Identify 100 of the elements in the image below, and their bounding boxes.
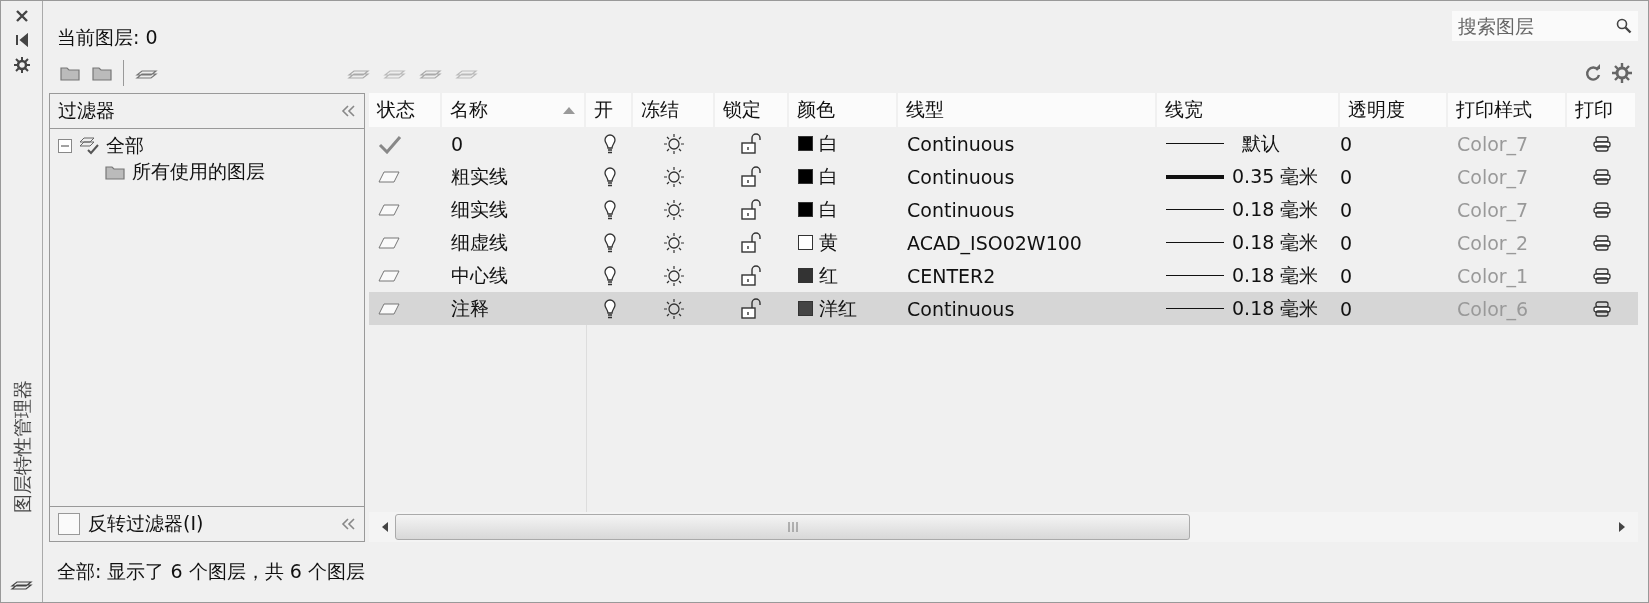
search-icon	[1616, 18, 1632, 34]
panel-title: 图层特性管理器	[11, 379, 32, 513]
color-name: 白	[819, 130, 838, 156]
plot-style-name: Color_2	[1457, 231, 1529, 254]
layer-row[interactable]: 细实线 白 Continuous 0.18 毫米 0 Color_7	[369, 193, 1638, 226]
lineweight-value: 0.18 毫米	[1232, 196, 1319, 222]
printer-icon	[1593, 300, 1611, 317]
filters-heading: 过滤器	[58, 98, 115, 123]
sun-icon	[663, 297, 685, 320]
printer-icon	[1593, 267, 1611, 284]
checkmark-icon	[378, 133, 402, 154]
lightbulb-icon	[602, 264, 617, 287]
search-field[interactable]: 搜索图层	[1452, 11, 1638, 41]
linetype-name: CENTER2	[907, 264, 996, 287]
column-header[interactable]: 名称	[442, 93, 586, 127]
color-name: 白	[819, 196, 838, 222]
lineweight-value: 默认	[1242, 130, 1280, 156]
settings-icon[interactable]	[13, 57, 30, 73]
unlock-icon	[740, 198, 764, 221]
search-input[interactable]: 搜索图层	[1456, 14, 1616, 38]
lightbulb-icon	[602, 165, 617, 188]
scroll-right-icon[interactable]	[1618, 522, 1626, 532]
linetype-name: Continuous	[907, 132, 1015, 155]
column-header[interactable]: 打印	[1567, 93, 1637, 127]
status-text: 全部: 显示了 6 个图层，共 6 个图层	[57, 559, 365, 584]
layer-icon	[378, 169, 400, 184]
column-header[interactable]: 线宽	[1157, 93, 1340, 127]
column-header[interactable]: 冻结	[633, 93, 715, 127]
plot-style-name: Color_7	[1457, 165, 1529, 188]
layer-name: 注释	[451, 295, 489, 321]
folder-icon[interactable]	[104, 163, 126, 181]
color-name: 洋红	[819, 295, 857, 321]
layer-row[interactable]: 0 白 Continuous 默认 0 Color_7	[369, 127, 1638, 160]
layer-icon	[378, 235, 400, 250]
unlock-icon	[740, 264, 764, 287]
tree-item[interactable]: 所有使用的图层	[132, 159, 265, 185]
layer-name: 细虚线	[451, 229, 508, 255]
scroll-left-icon[interactable]	[381, 522, 389, 532]
unlock-icon	[740, 297, 764, 320]
plot-style-name: Color_7	[1457, 198, 1529, 221]
linetype-name: Continuous	[907, 198, 1015, 221]
layer-icon	[378, 301, 400, 316]
column-header[interactable]: 开	[586, 93, 633, 127]
refresh-icon[interactable]	[1584, 64, 1602, 82]
layer-row[interactable]: 细虚线 黄 ACAD_ISO02W100 0.18 毫米 0 Color_2	[369, 226, 1638, 259]
layer-row[interactable]: 中心线 红 CENTER2 0.18 毫米 0 Color_1	[369, 259, 1638, 292]
sun-icon	[663, 264, 685, 287]
sort-arrow-icon	[562, 105, 576, 115]
layer-name: 细实线	[451, 196, 508, 222]
lightbulb-icon	[602, 132, 617, 155]
grip-icon	[786, 522, 799, 532]
sun-icon	[663, 231, 685, 254]
transparency-value: 0	[1340, 198, 1353, 221]
lightbulb-icon	[602, 198, 617, 221]
layer-row[interactable]: 注释 洋红 Continuous 0.18 毫米 0 Color_6	[369, 292, 1638, 325]
layer-row[interactable]: 粗实线 白 Continuous 0.35 毫米 0 Color_7	[369, 160, 1638, 193]
linetype-name: Continuous	[907, 165, 1015, 188]
lineweight-value: 0.18 毫米	[1232, 229, 1319, 255]
layer-icon	[378, 202, 400, 217]
sun-icon	[663, 165, 685, 188]
printer-icon	[1593, 234, 1611, 251]
unlock-icon	[740, 231, 764, 254]
color-name: 红	[819, 262, 838, 288]
settings-icon[interactable]	[1612, 63, 1632, 83]
printer-icon	[1593, 201, 1611, 218]
collapse-icon[interactable]	[340, 104, 356, 118]
lineweight-value: 0.18 毫米	[1232, 295, 1319, 321]
close-icon[interactable]	[14, 9, 29, 23]
unlock-icon	[740, 132, 764, 155]
layers-check-icon	[78, 136, 100, 156]
column-header[interactable]: 锁定	[715, 93, 789, 127]
plot-style-name: Color_6	[1457, 297, 1529, 320]
tree-item[interactable]: 全部	[106, 133, 144, 159]
invert-filter-checkbox[interactable]: 反转过滤器(I)	[58, 511, 204, 537]
plot-style-name: Color_1	[1457, 264, 1529, 287]
column-header[interactable]: 状态	[369, 93, 442, 127]
color-name: 黄	[819, 229, 838, 255]
lineweight-value: 0.35 毫米	[1232, 163, 1319, 189]
horizontal-scrollbar[interactable]	[369, 512, 1638, 542]
layer-name: 粗实线	[451, 163, 508, 189]
collapse-toggle-icon[interactable]	[58, 139, 72, 153]
printer-icon	[1593, 168, 1611, 185]
layer-name: 中心线	[451, 262, 508, 288]
layer-icon	[378, 268, 400, 283]
lightbulb-icon	[602, 297, 617, 320]
sun-icon	[663, 198, 685, 221]
column-header[interactable]: 透明度	[1340, 93, 1448, 127]
column-header[interactable]: 线型	[898, 93, 1157, 127]
linetype-name: Continuous	[907, 297, 1015, 320]
column-header[interactable]: 打印样式	[1448, 93, 1567, 127]
lightbulb-icon	[602, 231, 617, 254]
printer-icon	[1593, 135, 1611, 152]
column-header[interactable]: 颜色	[789, 93, 898, 127]
plot-style-name: Color_7	[1457, 132, 1529, 155]
transparency-value: 0	[1340, 132, 1353, 155]
current-layer-label: 当前图层: 0	[57, 25, 158, 50]
lineweight-value: 0.18 毫米	[1232, 262, 1319, 288]
sun-icon	[663, 132, 685, 155]
collapse-icon[interactable]	[340, 517, 356, 531]
transparency-value: 0	[1340, 264, 1353, 287]
